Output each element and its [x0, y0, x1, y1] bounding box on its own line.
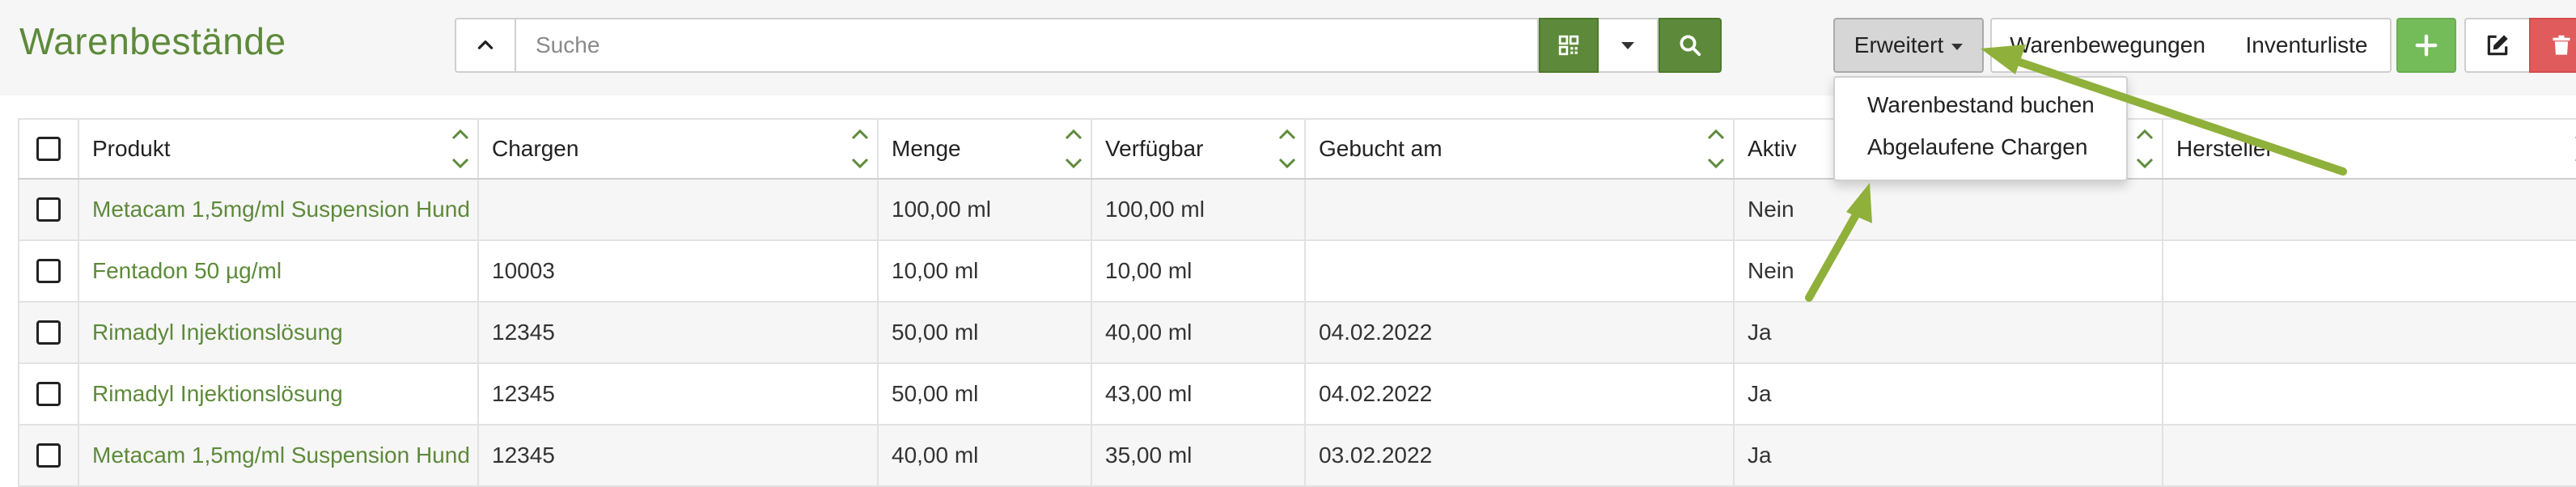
produkt-link[interactable]: Metacam 1,5mg/ml Suspension Hund: [78, 180, 477, 239]
header-label: Gebucht am: [1319, 136, 1443, 161]
row-select-cell: [18, 426, 78, 485]
verfuegbar-cell: 10,00 ml: [1091, 241, 1304, 301]
sort-icon[interactable]: [849, 126, 871, 172]
produkt-link[interactable]: Metacam 1,5mg/ml Suspension Hund: [78, 426, 477, 485]
chargen-cell: 10003: [477, 241, 877, 301]
hersteller-cell: [2162, 241, 2576, 301]
verfuegbar-cell: 100,00 ml: [1091, 180, 1304, 239]
table-header-row: Produkt Chargen Menge Verfügbar Gebucht …: [18, 118, 2576, 180]
aktiv-cell: Ja: [1733, 426, 2162, 485]
qr-code-icon: [1558, 35, 1579, 56]
row-select-cell: [18, 241, 78, 301]
header-produkt[interactable]: Produkt: [78, 120, 477, 178]
produkt-link[interactable]: Rimadyl Injektionslösung: [78, 303, 477, 362]
search-icon: [1680, 35, 1701, 57]
row-select-cell: [18, 364, 78, 424]
verfuegbar-cell: 40,00 ml: [1091, 303, 1304, 362]
chevron-up-icon: [477, 40, 494, 49]
header-label: Aktiv: [1748, 136, 1797, 161]
row-checkbox[interactable]: [36, 197, 61, 222]
hersteller-cell: [2162, 303, 2576, 362]
delete-button[interactable]: [2529, 18, 2576, 73]
menge-cell: 50,00 ml: [877, 364, 1091, 424]
header-select-cell: [18, 120, 78, 178]
produkt-link[interactable]: Fentadon 50 µg/ml: [78, 241, 477, 301]
search-button[interactable]: [1659, 18, 1722, 73]
table-row[interactable]: Rimadyl Injektionslösung 12345 50,00 ml …: [18, 303, 2576, 364]
table-row[interactable]: Fentadon 50 µg/ml 10003 10,00 ml 10,00 m…: [18, 241, 2576, 303]
chargen-cell: 12345: [477, 426, 877, 485]
add-button[interactable]: [2396, 18, 2456, 73]
menge-cell: 40,00 ml: [877, 426, 1091, 485]
collapse-button[interactable]: [455, 18, 516, 73]
sort-icon[interactable]: [450, 126, 471, 172]
menge-cell: 100,00 ml: [877, 180, 1091, 239]
sort-icon[interactable]: [1705, 126, 1727, 172]
menge-cell: 10,00 ml: [877, 241, 1091, 301]
hersteller-cell: [2162, 364, 2576, 424]
search-input[interactable]: [516, 18, 1539, 73]
gebucht-cell: [1304, 180, 1733, 239]
header-menge[interactable]: Menge: [877, 120, 1091, 178]
header-label: Chargen: [492, 136, 579, 161]
verfuegbar-cell: 43,00 ml: [1091, 364, 1304, 424]
produkt-link[interactable]: Rimadyl Injektionslösung: [78, 364, 477, 424]
qr-scan-button[interactable]: [1539, 18, 1599, 73]
header-label: Hersteller: [2176, 136, 2273, 161]
trash-icon: [2553, 35, 2570, 55]
row-checkbox[interactable]: [36, 382, 61, 406]
verfuegbar-cell: 35,00 ml: [1091, 426, 1304, 485]
erweitert-button[interactable]: Erweitert: [1833, 18, 1984, 73]
table-row[interactable]: Metacam 1,5mg/ml Suspension Hund 100,00 …: [18, 180, 2576, 241]
header-verfuegbar[interactable]: Verfügbar: [1091, 120, 1304, 178]
menu-item-abgelaufene-chargen[interactable]: Abgelaufene Chargen: [1867, 134, 2087, 160]
row-checkbox[interactable]: [36, 259, 61, 283]
row-checkbox[interactable]: [36, 443, 61, 468]
row-checkbox[interactable]: [36, 320, 61, 345]
warenbewegungen-button[interactable]: Warenbewegungen: [1990, 18, 2225, 73]
menu-item-warenbestand-buchen[interactable]: Warenbestand buchen: [1867, 92, 2095, 118]
gebucht-cell: 04.02.2022: [1304, 303, 1733, 362]
search-bar: [455, 18, 1722, 73]
sort-icon[interactable]: [1277, 126, 1298, 172]
row-select-cell: [18, 180, 78, 239]
caret-down-icon: [1621, 41, 1634, 49]
header-label: Verfügbar: [1105, 136, 1204, 161]
caret-down-icon: [1951, 44, 1964, 50]
hersteller-cell: [2162, 180, 2576, 239]
edit-button[interactable]: [2464, 18, 2531, 73]
aktiv-cell: Ja: [1733, 364, 2162, 424]
chargen-cell: 12345: [477, 364, 877, 424]
chargen-cell: [477, 180, 877, 239]
sort-icon[interactable]: [2134, 126, 2155, 172]
row-select-cell: [18, 303, 78, 362]
header-chargen[interactable]: Chargen: [477, 120, 877, 178]
header-label: Menge: [892, 136, 961, 161]
chargen-cell: 12345: [477, 303, 877, 362]
edit-icon: [2487, 35, 2508, 56]
hersteller-cell: [2162, 426, 2576, 485]
header-hersteller[interactable]: Hersteller: [2162, 120, 2576, 178]
header-gebucht-am[interactable]: Gebucht am: [1304, 120, 1733, 178]
search-options-button[interactable]: [1599, 18, 1659, 73]
table-row[interactable]: Metacam 1,5mg/ml Suspension Hund 12345 4…: [18, 426, 2576, 487]
table-row[interactable]: Rimadyl Injektionslösung 12345 50,00 ml …: [18, 364, 2576, 426]
select-all-checkbox[interactable]: [36, 137, 61, 161]
menge-cell: 50,00 ml: [877, 303, 1091, 362]
erweitert-dropdown-menu: Warenbestand buchen Abgelaufene Chargen: [1833, 76, 2128, 181]
aktiv-cell: Ja: [1733, 303, 2162, 362]
aktiv-cell: Nein: [1733, 180, 2162, 239]
stock-table: Produkt Chargen Menge Verfügbar Gebucht …: [18, 118, 2576, 487]
inventurliste-button[interactable]: Inventurliste: [2223, 18, 2392, 73]
erweitert-label: Erweitert: [1854, 32, 1944, 57]
plus-icon: [2415, 34, 2438, 57]
sort-icon[interactable]: [1063, 126, 1084, 172]
aktiv-cell: Nein: [1733, 241, 2162, 301]
gebucht-cell: 03.02.2022: [1304, 426, 1733, 485]
page-title: Warenbestände: [19, 20, 286, 62]
gebucht-cell: [1304, 241, 1733, 301]
header-label: Produkt: [92, 136, 171, 161]
sort-icon[interactable]: [2573, 126, 2576, 172]
gebucht-cell: 04.02.2022: [1304, 364, 1733, 424]
